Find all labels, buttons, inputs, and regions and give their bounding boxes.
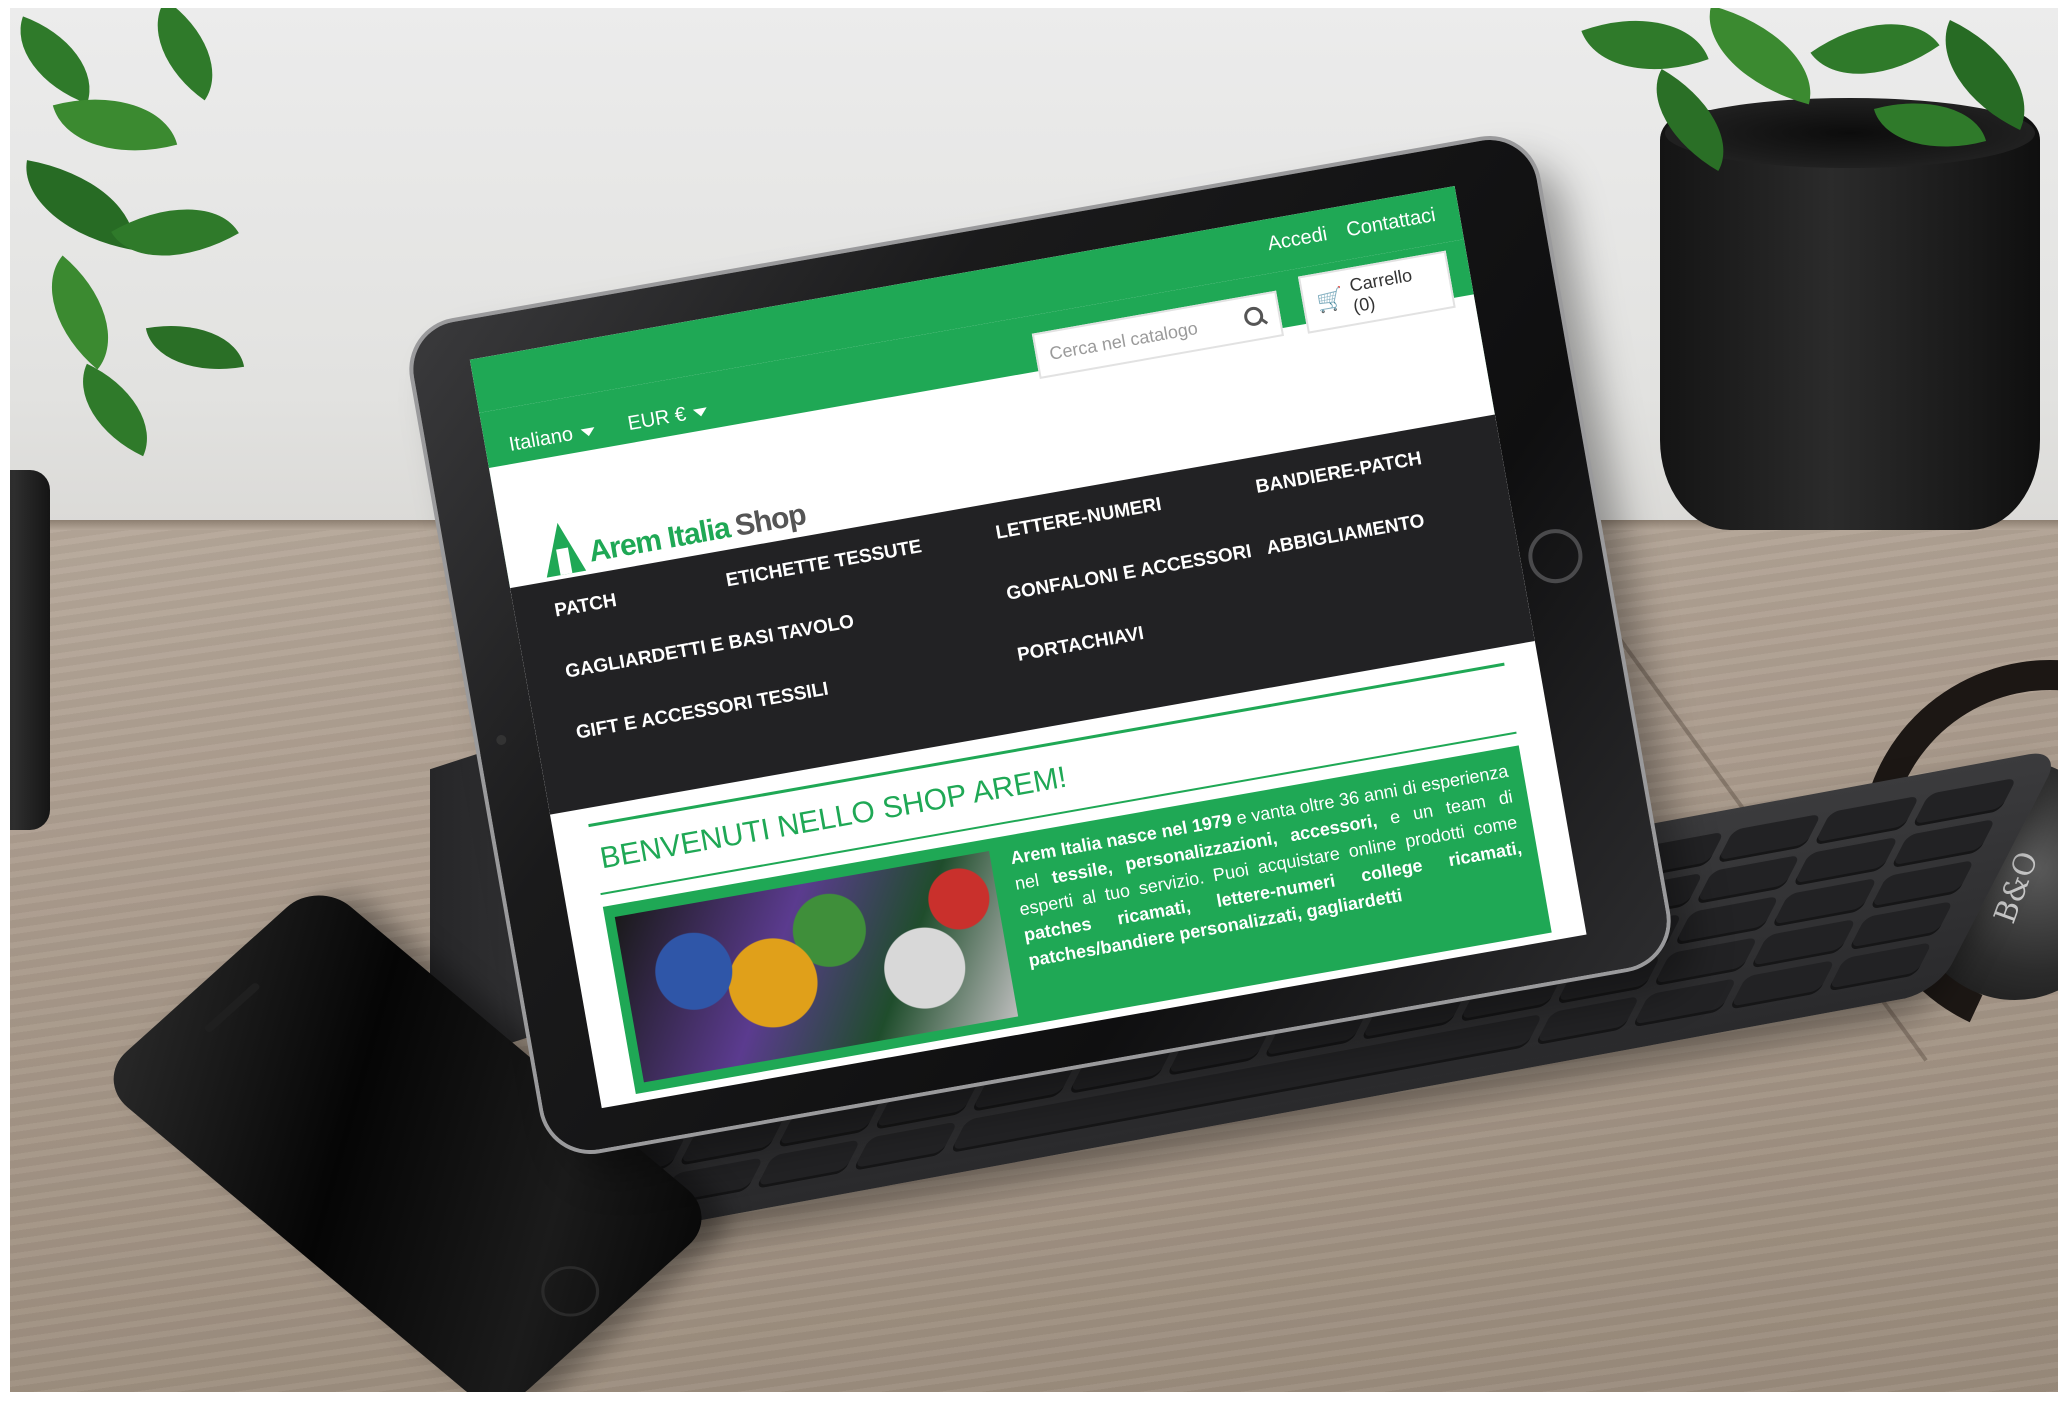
- cart-label: Carrello (0): [1347, 264, 1414, 317]
- photo-scene: B&O Accedi Contattaci Italiano EUR € Cer…: [0, 0, 2058, 1402]
- logo-mark-icon: [538, 519, 586, 577]
- key: [1826, 942, 1933, 992]
- key: [1632, 977, 1738, 1028]
- patches-image: [614, 850, 1019, 1083]
- contact-link[interactable]: Contattaci: [1345, 204, 1438, 242]
- key: [1750, 918, 1857, 969]
- key: [1695, 854, 1801, 905]
- key: [1848, 900, 1954, 951]
- key: [755, 1139, 861, 1189]
- cart-icon: 🛒: [1314, 285, 1346, 315]
- right-plant-pot: [1660, 110, 2040, 530]
- key: [1869, 859, 1975, 910]
- left-plant-pot: [0, 470, 50, 830]
- key: [1911, 777, 2017, 828]
- key: [1534, 995, 1641, 1046]
- tablet-camera: [495, 734, 508, 746]
- key: [1716, 813, 1822, 864]
- key: [1813, 795, 1920, 846]
- phone-home-button: [529, 1255, 612, 1327]
- phone-speaker: [203, 981, 262, 1034]
- tablet-home-button: [1524, 524, 1587, 588]
- tablet-screen: Accedi Contattaci Italiano EUR € Cerca n…: [469, 186, 1587, 1109]
- key: [1674, 895, 1780, 946]
- login-link[interactable]: Accedi: [1266, 223, 1329, 256]
- chevron-down-icon: [580, 426, 596, 437]
- key: [1792, 836, 1899, 887]
- welcome-text: Arem Italia nasce nel 1979 e vanta oltre…: [1008, 758, 1528, 974]
- chevron-down-icon: [693, 406, 709, 418]
- key: [1890, 818, 1996, 869]
- key: [852, 1121, 959, 1172]
- key: [1771, 877, 1878, 928]
- search-icon[interactable]: [1243, 305, 1268, 330]
- key: [1729, 960, 1835, 1010]
